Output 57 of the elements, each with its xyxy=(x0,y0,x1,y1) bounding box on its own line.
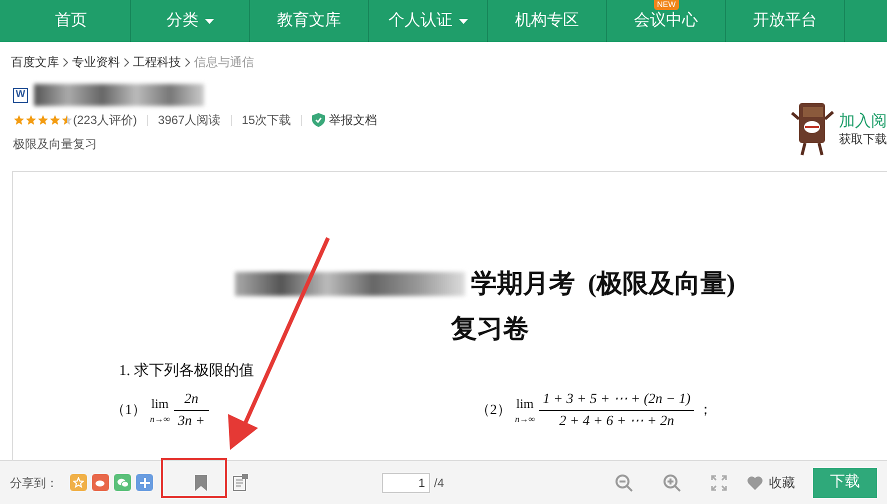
star-icon xyxy=(49,114,61,126)
numerator: 1 + 3 + 5 + ⋯ + (2n − 1) xyxy=(542,390,692,408)
shield-icon xyxy=(312,113,326,127)
download-button[interactable]: 下载 xyxy=(813,468,877,498)
semicolon: ； xyxy=(698,402,712,420)
nav-link[interactable]: 分类 xyxy=(166,9,214,33)
star-icon xyxy=(37,114,49,126)
limit-subscript: n→∞ xyxy=(150,413,170,426)
limit-subscript: n→∞ xyxy=(515,413,535,426)
page-heading: 学期月考 (极限及向量) xyxy=(470,268,736,300)
breadcrumb-link[interactable]: 百度文库 xyxy=(11,53,59,71)
star-icon xyxy=(13,114,25,126)
denominator: 3n + xyxy=(176,412,206,430)
wechat-share-icon[interactable] xyxy=(114,474,131,491)
nav-link[interactable]: 开放平台 xyxy=(753,9,817,33)
new-badge: NEW xyxy=(654,0,679,10)
download-count: 15次下载 xyxy=(242,112,292,129)
read-count: 3967人阅读 xyxy=(158,112,221,129)
breadcrumb-link[interactable]: 信息与通信 xyxy=(194,53,254,71)
limit-text: lim xyxy=(516,394,534,412)
page-heading: 复习卷 xyxy=(451,313,529,345)
page-total: /4 xyxy=(434,474,444,492)
document-subtitle: 极限及向量复习 xyxy=(13,136,98,153)
page-number-input[interactable]: 1 xyxy=(382,472,430,492)
report-link[interactable]: 举报文档 xyxy=(312,111,378,129)
heart-icon xyxy=(747,476,763,490)
star-icon xyxy=(61,114,73,126)
chevron-icon xyxy=(63,58,68,66)
question-text: 1. 求下列各极限的值 xyxy=(119,362,254,381)
weibo-share-icon[interactable] xyxy=(92,474,109,491)
nav-link[interactable]: 首页 xyxy=(55,9,87,33)
limit-text: lim xyxy=(151,394,169,412)
share-label: 分享到： xyxy=(10,474,58,492)
nav-link[interactable]: 会议中心 xyxy=(634,9,698,33)
star-icon xyxy=(25,114,37,126)
promo-title: 加入阅 xyxy=(839,112,887,132)
numerator: 2n xyxy=(183,390,200,408)
nav-link[interactable]: 机构专区 xyxy=(515,9,579,33)
word-file-icon: W xyxy=(13,88,28,102)
denominator: 2 + 4 + 6 + ⋯ + 2n xyxy=(558,412,676,430)
chevron-icon xyxy=(185,58,190,66)
rating-count: (223人评价) xyxy=(73,112,138,129)
promo-subtitle: 获取下载 xyxy=(839,132,887,146)
star-share-icon[interactable] xyxy=(70,474,87,491)
bookmark-icon xyxy=(195,474,207,490)
breadcrumb-link[interactable]: 专业资料 xyxy=(72,53,120,71)
item-number: （2） xyxy=(476,402,511,420)
chevron-icon xyxy=(124,58,129,66)
highlight-box xyxy=(161,458,227,498)
fullscreen-button[interactable] xyxy=(709,472,729,492)
nav-link[interactable]: 教育文库 xyxy=(277,9,341,33)
plus-share-icon[interactable] xyxy=(136,474,153,491)
favorite-button[interactable]: 收藏 xyxy=(747,472,795,492)
document-icon xyxy=(232,474,248,491)
item-number: （1） xyxy=(111,402,146,420)
breadcrumb-link[interactable]: 工程科技 xyxy=(133,53,181,71)
nav-link[interactable]: 个人认证 xyxy=(388,9,468,33)
